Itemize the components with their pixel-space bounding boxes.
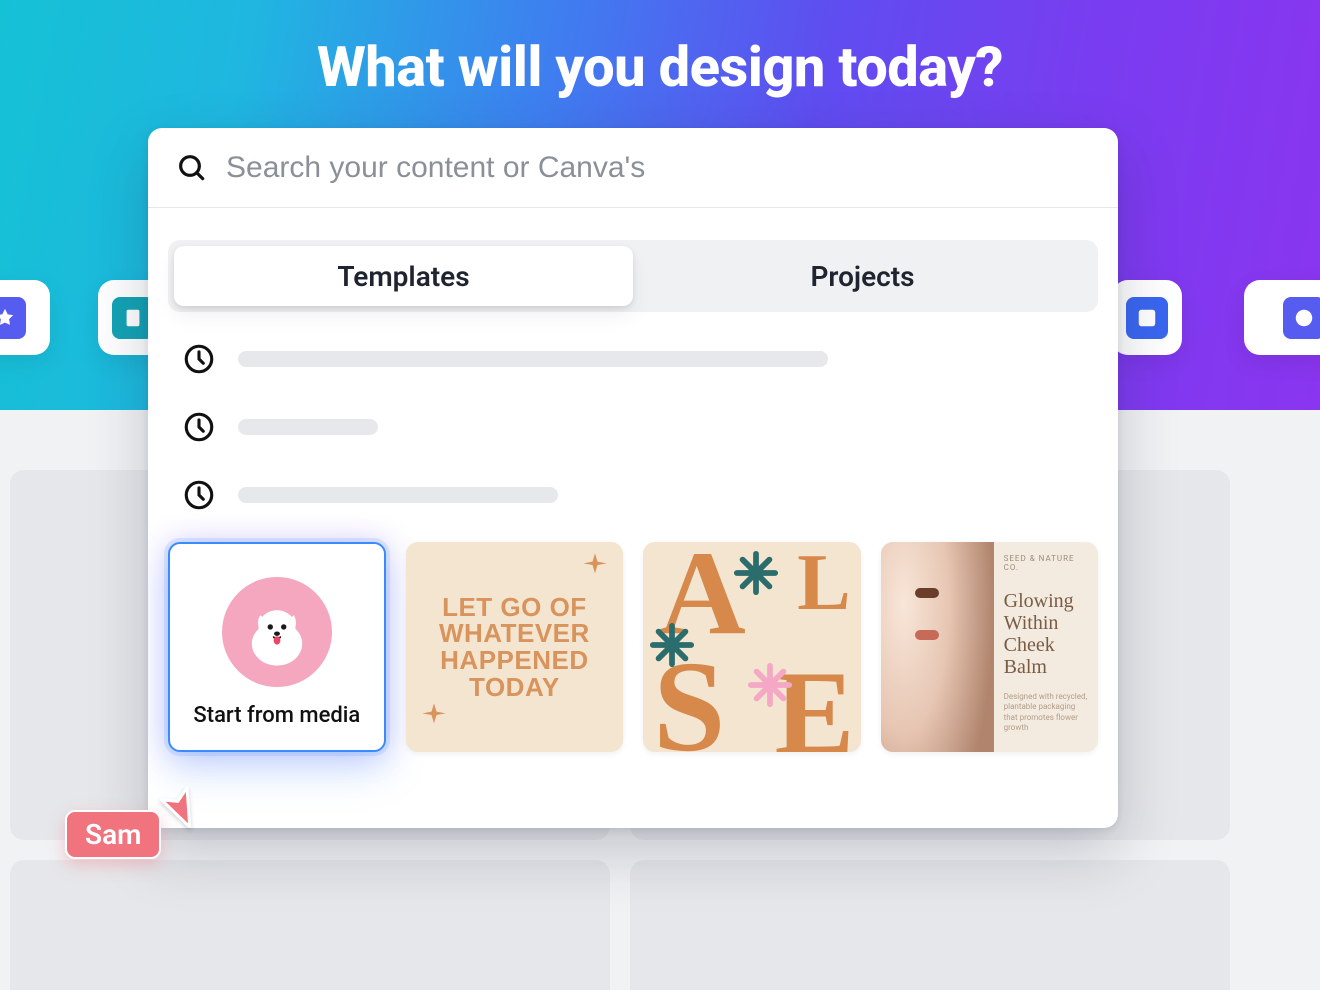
start-from-media-label: Start from media	[193, 703, 360, 728]
cursor-pointer-icon	[155, 780, 203, 828]
tabs: Templates Projects	[168, 240, 1098, 312]
template-card-letters[interactable]: A L S E	[643, 542, 860, 752]
search-icon	[176, 152, 208, 184]
recent-searches	[148, 312, 1118, 516]
tabs-container: Templates Projects	[148, 208, 1118, 312]
start-media-thumbnail	[222, 577, 332, 687]
background-card	[630, 860, 1230, 990]
collaborator-cursor: Sam	[155, 780, 203, 832]
background-card	[10, 860, 610, 990]
template-quote-text: LET GO OF WHATEVER HAPPENED TODAY	[429, 594, 600, 700]
template-card-quote[interactable]: LET GO OF WHATEVER HAPPENED TODAY	[406, 542, 623, 752]
clock-icon	[182, 410, 216, 444]
category-pill[interactable]	[1244, 280, 1320, 355]
skeleton-line	[238, 351, 828, 367]
beauty-headline: Glowing Within Cheek Balm	[1004, 590, 1088, 678]
clock-icon	[182, 342, 216, 376]
tab-projects[interactable]: Projects	[633, 246, 1092, 306]
starburst-icon	[733, 550, 779, 600]
hero-title: What will you design today?	[0, 34, 1320, 100]
beauty-blurb: Designed with recycled, plantable packag…	[1004, 692, 1088, 734]
recent-search-item[interactable]	[182, 410, 1084, 444]
sparkle-icon	[575, 550, 615, 594]
beauty-brand: SEED & NATURE CO.	[1004, 554, 1088, 572]
starburst-icon	[649, 622, 695, 672]
tab-templates[interactable]: Templates	[174, 246, 633, 306]
category-icon	[0, 297, 26, 339]
template-cards-row: Start from media LET GO OF WHATEVER HAPP…	[148, 516, 1118, 752]
search-panel: Templates Projects	[148, 128, 1118, 828]
dog-photo-icon	[235, 590, 319, 674]
recent-search-item[interactable]	[182, 478, 1084, 512]
beauty-face-image	[881, 542, 994, 752]
skeleton-line	[238, 419, 378, 435]
canva-home-stage: What will you design today?	[0, 0, 1320, 990]
search-input[interactable]	[226, 151, 1090, 185]
beauty-copy: SEED & NATURE CO. Glowing Within Cheek B…	[994, 542, 1098, 752]
category-pill-whiteboard[interactable]	[1112, 280, 1182, 355]
start-from-media-card[interactable]: Start from media	[168, 542, 386, 752]
search-row[interactable]	[148, 128, 1118, 208]
collaborator-name-badge: Sam	[65, 810, 161, 859]
starburst-icon	[747, 662, 793, 712]
sparkle-icon	[414, 700, 454, 744]
recent-search-item[interactable]	[182, 342, 1084, 376]
clock-icon	[182, 478, 216, 512]
category-pill[interactable]	[0, 280, 50, 355]
category-icon	[1283, 297, 1320, 339]
decorative-letter: L	[797, 542, 850, 629]
cursor-square-icon	[1126, 297, 1168, 339]
template-card-beauty[interactable]: SEED & NATURE CO. Glowing Within Cheek B…	[881, 542, 1098, 752]
skeleton-line	[238, 487, 558, 503]
